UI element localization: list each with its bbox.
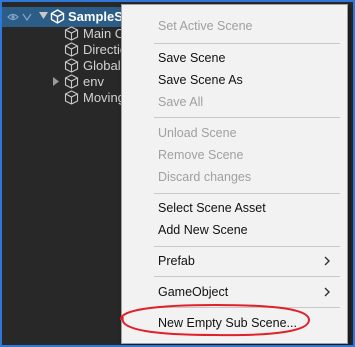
- submenu-arrow-icon: [324, 256, 330, 266]
- menu-item-select-scene-asset[interactable]: Select Scene Asset: [122, 197, 347, 219]
- menu-separator: [154, 43, 340, 44]
- scene-row[interactable]: SampleSc: [2, 7, 132, 27]
- tree-item-label: Main C: [83, 26, 125, 41]
- scene-context-menu: Set Active Scene Save Scene Save Scene A…: [121, 4, 348, 344]
- menu-item-label: Remove Scene: [158, 148, 244, 162]
- menu-item-label: GameObject: [158, 285, 229, 299]
- menu-separator: [154, 117, 340, 118]
- menu-item-discard-changes[interactable]: Discard changes: [122, 166, 347, 188]
- tree-item-label: Moving: [83, 90, 125, 105]
- menu-item-add-new-scene[interactable]: Add New Scene: [122, 219, 347, 241]
- tree-item[interactable]: Moving: [2, 89, 132, 107]
- menu-item-label: Prefab: [158, 254, 195, 268]
- menu-item-label: Unload Scene: [158, 126, 237, 140]
- menu-item-label: Save Scene As: [158, 73, 243, 87]
- menu-item-prefab[interactable]: Prefab: [122, 250, 347, 272]
- eye-icon[interactable]: [7, 11, 37, 23]
- expand-arrow-icon[interactable]: [39, 11, 48, 20]
- menu-separator: [154, 193, 340, 194]
- menu-separator: [154, 307, 340, 308]
- menu-item-remove-scene[interactable]: Remove Scene: [122, 144, 347, 166]
- menu-item-label: Add New Scene: [158, 223, 248, 237]
- collapsed-arrow-icon[interactable]: [52, 77, 60, 86]
- menu-item-label: Set Active Scene: [158, 19, 253, 33]
- gameobject-cube-icon: [64, 42, 79, 57]
- gameobject-cube-icon: [64, 90, 79, 105]
- menu-item-unload-scene[interactable]: Unload Scene: [122, 122, 347, 144]
- menu-item-save-scene-as[interactable]: Save Scene As: [122, 69, 347, 91]
- tree-item-label: env: [83, 74, 104, 89]
- gameobject-cube-icon: [64, 74, 79, 89]
- menu-separator: [154, 246, 340, 247]
- tree-item-label: Global: [83, 58, 121, 73]
- menu-item-gameobject[interactable]: GameObject: [122, 281, 347, 303]
- gameobject-cube-icon: [64, 58, 79, 73]
- submenu-arrow-icon: [324, 287, 330, 297]
- unity-scene-icon: [50, 9, 65, 24]
- menu-item-label: New Empty Sub Scene...: [158, 316, 297, 330]
- menu-item-label: Save Scene: [158, 51, 226, 65]
- menu-item-save-all[interactable]: Save All: [122, 91, 347, 113]
- menu-item-set-active-scene[interactable]: Set Active Scene: [122, 15, 347, 37]
- menu-item-label: Discard changes: [158, 170, 252, 184]
- menu-item-label: Select Scene Asset: [158, 201, 266, 215]
- menu-item-save-scene[interactable]: Save Scene: [122, 47, 347, 69]
- menu-item-label: Save All: [158, 95, 204, 109]
- gameobject-cube-icon: [64, 26, 79, 41]
- menu-item-new-empty-sub-scene[interactable]: New Empty Sub Scene...: [122, 312, 347, 334]
- menu-separator: [154, 276, 340, 277]
